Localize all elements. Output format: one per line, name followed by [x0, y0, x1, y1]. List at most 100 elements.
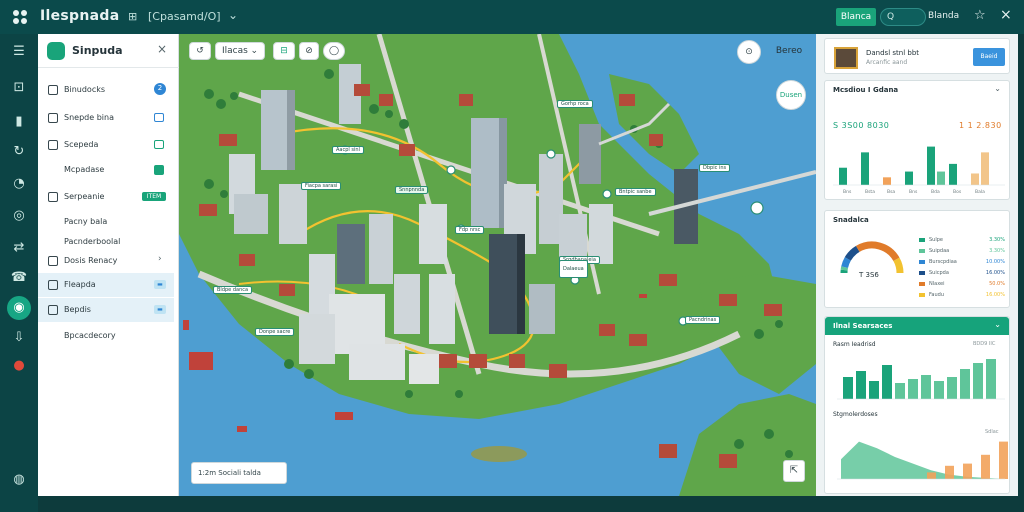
- trend-card: Ilnal Searsaces ⌄ Rasm Ieadrisd BDD9 IIC…: [824, 316, 1010, 494]
- workspace-path[interactable]: [Cpasamd/O]: [148, 10, 221, 23]
- side-panel-header: Sinpuda ×: [38, 34, 179, 68]
- download-icon[interactable]: ⇩: [7, 326, 31, 350]
- city-map[interactable]: [179, 34, 816, 496]
- layer-select-value: Ilacas: [222, 46, 248, 56]
- doc-icon: [48, 192, 58, 202]
- search-icon[interactable]: ⊙: [737, 40, 761, 64]
- chevron-down-icon[interactable]: ⌄: [228, 8, 238, 22]
- map-label[interactable]: Bntpic sanbe: [615, 188, 656, 196]
- map-label[interactable]: Pacndrinas: [685, 316, 721, 324]
- avatar[interactable]: [834, 47, 858, 69]
- bar: [905, 171, 913, 185]
- target-icon[interactable]: ◎: [7, 204, 31, 228]
- gauge-card: Snadalca T 3S6 Sulpe 3.30% Suipdaa 3.30% Bur…: [824, 210, 1010, 308]
- zoom-button[interactable]: Dusen: [776, 80, 806, 110]
- primary-action-button[interactable]: Blanca: [836, 8, 876, 26]
- stats-card: Mcsdiou I Gdana ⌄ S 3S00 8030 1 1 2.830 …: [824, 80, 1010, 200]
- sidebar-item[interactable]: Snepde bina: [38, 106, 174, 130]
- area-series: [841, 441, 1003, 479]
- camera-icon[interactable]: ⊡: [7, 76, 31, 100]
- tick-label: Bns: [843, 189, 852, 195]
- status-tag: ITEM: [142, 192, 166, 201]
- bar: [921, 375, 931, 399]
- bar: [949, 163, 957, 185]
- north-arrow-icon[interactable]: ⇱: [783, 460, 805, 482]
- legend-item: Burscpdiaa 10.00%: [919, 259, 1005, 267]
- legend-swatch: [919, 260, 925, 264]
- bar: [971, 173, 979, 185]
- trend-card-header[interactable]: Ilnal Searsaces ⌄: [825, 317, 1009, 335]
- undo-button[interactable]: ↺: [189, 42, 211, 60]
- map-label[interactable]: Gorhp roca: [557, 100, 593, 108]
- pin-icon[interactable]: ☆: [974, 8, 986, 23]
- book-icon[interactable]: ▮: [7, 110, 31, 134]
- legend-item: Suicpda 16.00%: [919, 270, 1005, 278]
- user-action-button[interactable]: Baeid: [973, 48, 1005, 66]
- bar: [986, 359, 996, 399]
- path-icon[interactable]: ⊞: [128, 10, 137, 23]
- map-label[interactable]: Snnpnnda: [395, 186, 429, 194]
- sidebar-item-label: Mcpadase: [64, 165, 105, 174]
- close-icon[interactable]: ×: [157, 42, 167, 56]
- trend-card-title: Ilnal Searsaces: [833, 322, 893, 330]
- map-label[interactable]: Donpe sacre: [255, 328, 295, 336]
- phone-icon[interactable]: ☎: [7, 266, 31, 290]
- tick-label: Bos: [953, 189, 962, 195]
- globe-icon[interactable]: ◍: [7, 468, 31, 492]
- sidebar-item-label: Scepeda: [64, 140, 99, 149]
- toggle-switch[interactable]: Q: [880, 8, 926, 26]
- active-circle-icon[interactable]: ◉: [7, 296, 31, 320]
- user-subtitle: Arcanfic aand: [866, 59, 908, 66]
- bar: [927, 472, 936, 479]
- sidebar-item[interactable]: Scepeda: [38, 133, 174, 157]
- map-label[interactable]: Aacpl sinl: [332, 146, 364, 154]
- sidebar-item[interactable]: Binudocks 2: [38, 78, 174, 102]
- bar: [856, 371, 866, 399]
- refresh-icon[interactable]: ↻: [7, 140, 31, 164]
- chevron-down-icon[interactable]: ⌄: [994, 320, 1001, 329]
- bar: [927, 146, 935, 185]
- legend-label: Suicpda: [929, 270, 949, 276]
- route-icon[interactable]: ⇄: [7, 236, 31, 260]
- legend-value: 50.0%: [989, 281, 1005, 287]
- sidebar-item[interactable]: Fleapda ▬: [38, 273, 174, 297]
- legend-label: Sulpe: [929, 237, 943, 243]
- user-menu[interactable]: Blanda: [928, 11, 959, 21]
- legend-label: Nlaxei: [929, 281, 945, 287]
- stats-card-title: Mcsdiou I Gdana: [833, 86, 899, 94]
- sidebar-item[interactable]: Bepdis ▬: [38, 298, 174, 322]
- legend-item: Sulpe 3.30%: [919, 237, 1005, 245]
- menu-icon[interactable]: ☰: [7, 40, 31, 64]
- sidebar-item[interactable]: Dosis Renacy ›: [38, 249, 174, 273]
- sidebar-item-label: Bpcacdecory: [64, 331, 116, 340]
- bar: [895, 383, 905, 399]
- bar: [960, 369, 970, 399]
- sidebar-item[interactable]: Serpeanie ITEM: [38, 185, 174, 209]
- legend-value: 3.30%: [989, 248, 1005, 254]
- sidebar-item[interactable]: Mcpadase: [38, 158, 174, 182]
- chevron-down-icon[interactable]: ⌄: [994, 84, 1001, 93]
- user-name: Dandsl stnl bbt: [866, 49, 920, 57]
- map-label[interactable]: Dbpic ins: [699, 164, 731, 172]
- layers-icon[interactable]: ⊟: [273, 42, 295, 60]
- sidebar-item[interactable]: Bpcacdecory: [38, 324, 174, 348]
- grid-icon: [48, 280, 58, 290]
- bar-chart: [837, 359, 1005, 400]
- chevron-right-icon[interactable]: ›: [158, 254, 162, 264]
- sidebar-item-label: Binudocks: [64, 85, 106, 94]
- search-label[interactable]: Bereo: [765, 42, 813, 62]
- close-icon[interactable]: ×: [1000, 7, 1012, 23]
- callout-label[interactable]: Dalaeua: [559, 260, 588, 278]
- layer-select[interactable]: Ilacas ⌄: [215, 42, 265, 60]
- map-label[interactable]: Fdp nrsc: [455, 226, 485, 234]
- map-canvas[interactable]: ↺ Ilacas ⌄ ⊟ ⊘ ◯ ⊙ Bereo Dusen Aacpl sin…: [179, 34, 816, 496]
- bar: [839, 167, 847, 185]
- map-label[interactable]: Bldpe danca: [213, 286, 253, 294]
- sidebar-item-label: Bepdis: [64, 305, 91, 314]
- pie-icon[interactable]: ◔: [7, 172, 31, 196]
- bar: [945, 465, 954, 479]
- compass-icon[interactable]: ⊘: [299, 42, 319, 60]
- red-dot-icon[interactable]: ●: [7, 354, 31, 378]
- map-label[interactable]: Fiacpa sarasi: [301, 182, 342, 190]
- shape-icon[interactable]: ◯: [323, 42, 345, 60]
